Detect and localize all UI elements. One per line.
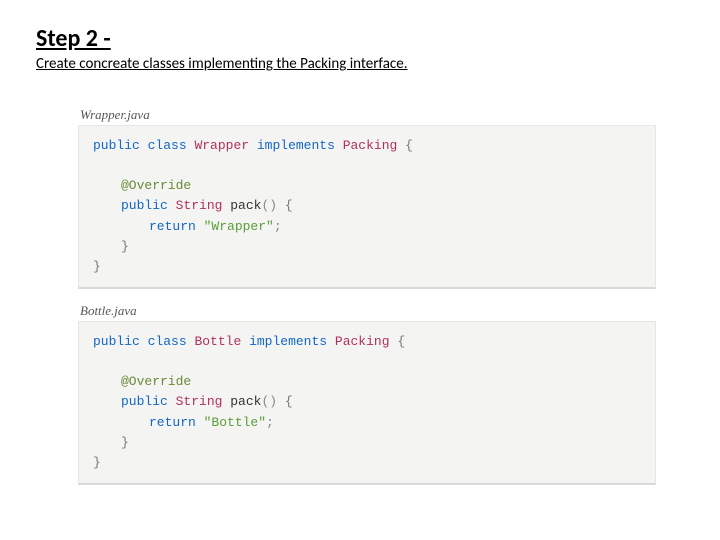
string-literal: "Bottle" <box>204 415 266 430</box>
file-block-wrapper: Wrapper.java public class Wrapper implem… <box>78 107 656 289</box>
brace-open: { <box>285 198 293 213</box>
kw-implements: implements <box>249 334 327 349</box>
type-string: String <box>176 198 223 213</box>
brace-open: { <box>397 334 405 349</box>
string-literal: "Wrapper" <box>204 219 274 234</box>
method-name: pack <box>230 198 261 213</box>
method-name: pack <box>230 394 261 409</box>
kw-public: public <box>93 334 140 349</box>
brace-open: { <box>285 394 293 409</box>
class-name: Wrapper <box>194 138 249 153</box>
parens: () <box>261 394 277 409</box>
iface-name: Packing <box>343 138 398 153</box>
step-heading: Step 2 - <box>36 24 684 53</box>
code-box: public class Bottle implements Packing {… <box>78 321 656 485</box>
code-box: public class Wrapper implements Packing … <box>78 125 656 289</box>
iface-name: Packing <box>335 334 390 349</box>
parens: () <box>261 198 277 213</box>
step-subheading: Create concreate classes implementing th… <box>36 55 684 73</box>
semicolon: ; <box>274 219 282 234</box>
kw-implements: implements <box>257 138 335 153</box>
file-label: Wrapper.java <box>80 107 656 123</box>
kw-public: public <box>93 138 140 153</box>
kw-return: return <box>149 415 196 430</box>
slide: Step 2 - Create concreate classes implem… <box>0 0 720 485</box>
file-block-bottle: Bottle.java public class Bottle implemen… <box>78 303 656 485</box>
annotation: @Override <box>121 374 191 389</box>
type-string: String <box>176 394 223 409</box>
class-name: Bottle <box>194 334 241 349</box>
kw-class: class <box>148 138 187 153</box>
annotation: @Override <box>121 178 191 193</box>
semicolon: ; <box>266 415 274 430</box>
file-label: Bottle.java <box>80 303 656 319</box>
kw-public: public <box>121 394 168 409</box>
kw-public: public <box>121 198 168 213</box>
brace-close: } <box>93 259 101 274</box>
brace-close: } <box>121 239 129 254</box>
kw-class: class <box>148 334 187 349</box>
brace-close: } <box>93 455 101 470</box>
brace-open: { <box>405 138 413 153</box>
brace-close: } <box>121 435 129 450</box>
kw-return: return <box>149 219 196 234</box>
